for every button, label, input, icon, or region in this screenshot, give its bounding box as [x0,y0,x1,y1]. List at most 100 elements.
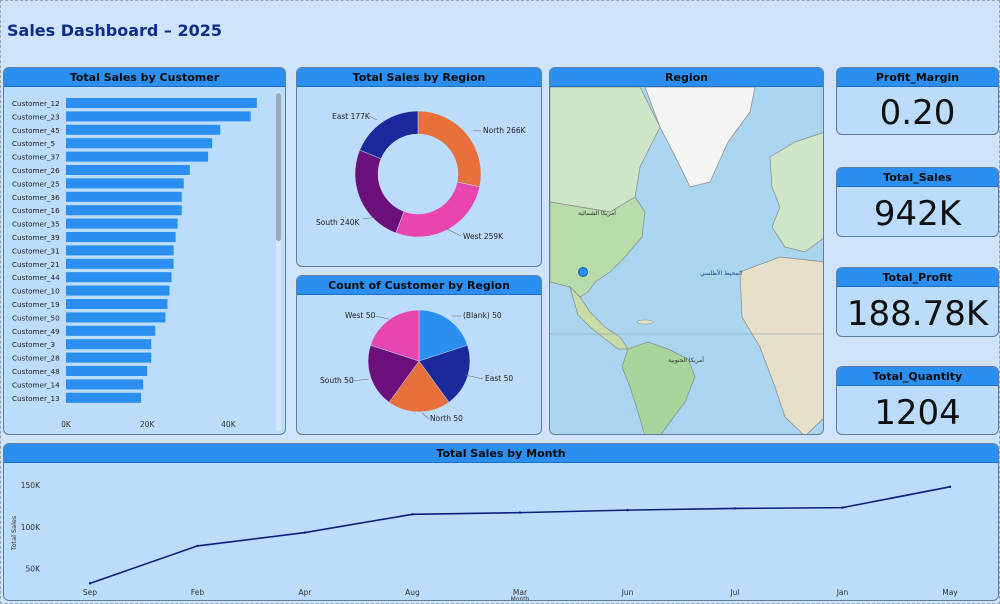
bar-category-label: Customer_25 [12,179,60,188]
line-data-point[interactable] [411,513,414,516]
donut-leader-line [368,115,378,121]
map-location-pin[interactable] [578,267,588,277]
donut-slice[interactable] [354,149,405,234]
dashboard-canvas: Sales Dashboard – 2025 Total Sales by Cu… [0,0,1000,604]
bar-axis-tick: 40K [221,420,237,429]
donut-slice[interactable] [417,110,482,188]
donut-slice[interactable] [395,181,480,238]
customer-bar[interactable] [66,392,142,403]
map-label-north-america: أمريكا الشمالية [578,209,616,217]
region-map[interactable]: أمريكا الشمالية المحيط الأطلسي أمريكا ال… [550,86,824,435]
bar-category-label: Customer_14 [12,380,60,389]
customer-bar[interactable] [66,258,174,269]
month-sales-title: Total Sales by Month [4,444,998,463]
pie-data-label: East 50 [485,374,513,383]
map-label-south-america: أمريكا الجنوبية [668,356,704,364]
map-label-atlantic: المحيط الأطلسي [700,269,743,277]
bar-category-label: Customer_50 [12,313,60,322]
customer-bar[interactable] [66,111,251,122]
pie-data-label: West 50 [345,311,376,320]
customer-bar[interactable] [66,151,209,162]
donut-data-label: South 240K [316,218,360,227]
bar-category-label: Customer_5 [12,139,55,148]
region-map-title: Region [550,68,823,87]
customer-bar[interactable] [66,205,182,216]
customer-bar[interactable] [66,218,178,229]
customer-bar[interactable] [66,285,170,296]
customer-bar[interactable] [66,379,144,390]
bar-category-label: Customer_37 [12,153,60,162]
line-data-point[interactable] [841,506,844,509]
customer-bar[interactable] [66,352,152,363]
kpi-profit-margin: Profit_Margin 0.20 [836,67,999,135]
customer-bar[interactable] [66,339,152,350]
customer-bar[interactable] [66,366,148,376]
customer-bar[interactable] [66,312,166,323]
pie-data-label: North 50 [430,414,463,423]
customer-bar[interactable] [66,245,174,256]
line-x-tick: Feb [191,588,205,597]
line-y-tick: 100K [21,523,41,532]
customer-bar[interactable] [66,325,156,336]
bar-category-label: Customer_19 [12,300,60,309]
scrollbar-thumb[interactable] [276,93,281,241]
line-x-tick: Apr [299,588,313,597]
customer-bar[interactable] [66,98,257,108]
line-data-point[interactable] [948,485,952,489]
pie-data-label: (Blank) 50 [463,311,502,320]
bar-category-label: Customer_35 [12,220,60,229]
bar-category-label: Customer_10 [12,287,60,296]
bar-axis-tick: 20K [140,420,156,429]
kpi-total-profit-value: 188.78K [846,294,989,334]
line-data-point[interactable] [303,531,307,534]
pie-leader-line [374,315,390,320]
line-x-tick: Jan [836,588,849,597]
customer-bar[interactable] [66,124,221,135]
customer-count-pie[interactable]: (Blank) 50 East 50 North 50 South 50 West 50 [297,295,542,435]
kpi-total-quantity-title: Total_Quantity [837,367,998,386]
region-sales-donut[interactable]: North 266K West 259K South 240K East 177K [297,87,542,267]
region-sales-panel[interactable]: Total Sales by Region North 266K West 259… [296,67,542,267]
month-sales-panel[interactable]: Total Sales by Month 50K 100K 150K Total Sa… [3,443,999,601]
customer-sales-chart[interactable]: Customer_12 Customer_23 Customer_45 Custome… [4,87,286,435]
bar-category-label: Customer_28 [12,354,60,363]
pie-leader-line [421,412,430,420]
customer-bar[interactable] [66,165,190,175]
line-data-point[interactable] [88,582,92,585]
region-map-panel[interactable]: Region أمريكا الشمالية المحيط الأطلسي أم… [549,67,824,435]
line-data-point[interactable] [626,508,629,512]
donut-data-label: North 266K [483,126,527,135]
bar-category-label: Customer_31 [12,246,60,255]
page-title: Sales Dashboard – 2025 [7,21,222,40]
customer-bar[interactable] [66,178,184,189]
line-data-point[interactable] [196,544,199,548]
customer-bar[interactable] [66,232,176,242]
bar-category-label: Customer_23 [12,112,60,121]
customer-bar[interactable] [66,299,168,309]
donut-leader-line [446,228,462,237]
customer-bar[interactable] [66,138,213,149]
pie-data-label: South 50 [320,376,354,385]
customer-sales-panel[interactable]: Total Sales by Customer Customer_12 Custo… [3,67,286,435]
customer-bar[interactable] [66,272,172,283]
month-sales-chart[interactable]: 50K100K150KTotal SalesSep Feb Apr Aug Mar Jun… [4,463,999,601]
customer-bar[interactable] [66,191,182,202]
kpi-total-sales-value: 942K [873,194,962,234]
donut-data-label: West 259K [463,232,504,241]
line-data-point[interactable] [733,507,737,510]
kpi-total-profit-title: Total_Profit [837,268,998,287]
kpi-total-profit: Total_Profit 188.78K [836,267,999,337]
sales-trend-line[interactable] [89,486,951,585]
line-x-tick: May [942,588,958,597]
customer-count-title: Count of Customer by Region [297,276,541,295]
pie-leader-line [352,378,370,382]
bar-category-label: Customer_13 [12,394,60,403]
line-x-tick: Sep [83,588,97,597]
kpi-profit-margin-value: 0.20 [879,93,956,133]
line-y-tick: 50K [26,564,42,573]
bar-category-label: Customer_36 [12,193,60,202]
bar-category-label: Customer_3 [12,340,55,349]
bar-category-label: Customer_48 [12,367,60,376]
line-data-point[interactable] [518,511,522,514]
customer-count-panel[interactable]: Count of Customer by Region (Blank) 50 Ea… [296,275,542,435]
